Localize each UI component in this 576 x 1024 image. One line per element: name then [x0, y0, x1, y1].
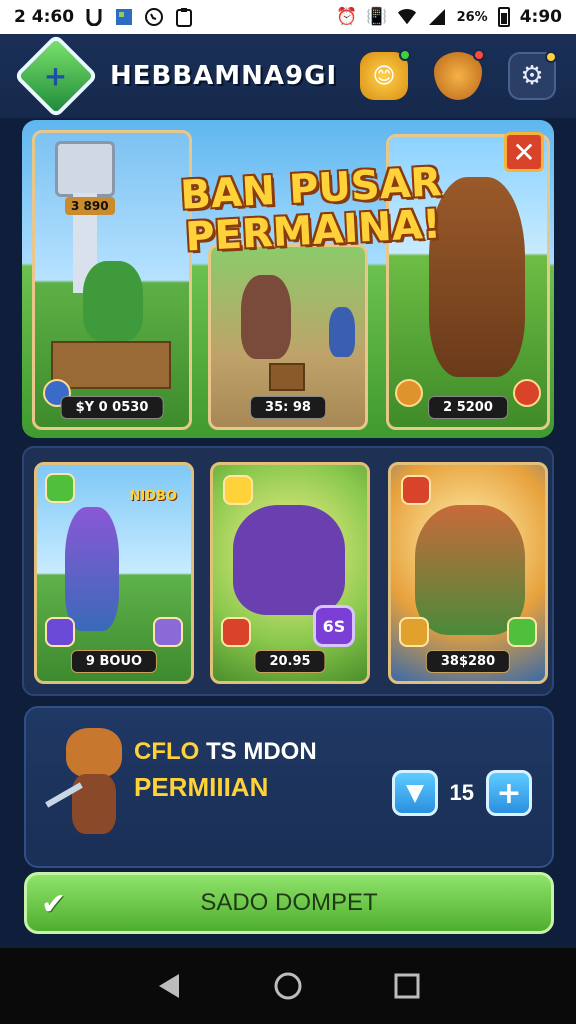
- battery-percent: 26%: [456, 9, 488, 25]
- card-value: 9 BOUO: [70, 650, 158, 673]
- card-value: 20.95: [254, 650, 326, 673]
- wifi-icon: [397, 7, 417, 27]
- alarm-icon: ⏰: [336, 7, 358, 27]
- gear-icon[interactable]: ⚙: [508, 51, 557, 100]
- card-value: 35: 98: [250, 396, 326, 419]
- notification-dot: [473, 49, 485, 61]
- card-tag: NIDBO: [129, 489, 177, 504]
- gem-icon: [401, 475, 431, 505]
- main-action-button[interactable]: ✔ SADO DOMPET: [24, 872, 554, 934]
- app-title: HEBBAMNA9GI: [110, 61, 338, 91]
- shield-icon: [405, 785, 424, 803]
- vibrate-icon: 📳: [366, 7, 388, 27]
- hex-badge: 6S: [313, 605, 355, 647]
- u-notification-icon: [84, 7, 104, 27]
- card-value: 38$280: [425, 650, 511, 673]
- orc-character-icon: [241, 275, 291, 359]
- notification-dot: [545, 51, 557, 63]
- status-time-right: 4:90: [519, 7, 562, 27]
- bonus-heading: CFLO TS MDON: [134, 738, 317, 766]
- gem-icon: [507, 617, 537, 647]
- clipboard-notification-icon: [174, 7, 194, 27]
- status-time: 2 4:60: [14, 7, 75, 27]
- bonus-panel: CFLO TS MDON PERMIIIAN 15 +: [24, 706, 554, 868]
- gem-icon: [221, 617, 251, 647]
- battery-icon: [497, 7, 510, 27]
- hero-character-icon: [44, 728, 140, 852]
- check-gem-icon: [45, 473, 75, 503]
- gold-badge-icon[interactable]: 😊: [360, 49, 411, 100]
- rider-character-icon: [415, 505, 525, 635]
- promo-banner[interactable]: 3 890 $Y 0 0530 35: 98 2 5200 BAN PUSAR …: [22, 120, 554, 438]
- gem-icon: [153, 617, 183, 647]
- small-character-icon: [329, 307, 355, 357]
- recents-icon[interactable]: [389, 968, 425, 1004]
- navigation-bar: [0, 948, 576, 1024]
- banner-title: BAN PUSAR PERMAINA!: [179, 159, 443, 261]
- game-card-purple-orc[interactable]: 6S 20.95: [210, 462, 370, 684]
- gem-icon: [223, 475, 253, 505]
- shield-select-button[interactable]: [391, 770, 438, 816]
- banner-card-tower[interactable]: 3 890 $Y 0 0530: [32, 130, 192, 430]
- back-icon[interactable]: [151, 968, 187, 1004]
- bonus-heading-rest: TS MDON: [199, 738, 317, 765]
- gem-icon: [395, 379, 423, 407]
- plus-button[interactable]: +: [486, 770, 532, 816]
- main-action-label: SADO DOMPET: [200, 889, 378, 916]
- gem-icon: [399, 617, 429, 647]
- bonus-subheading: PERMIIIAN: [134, 772, 269, 802]
- card-badge: 3 890: [65, 197, 115, 215]
- home-icon[interactable]: [270, 968, 306, 1004]
- banner-card-goblin[interactable]: 35: 98: [208, 244, 368, 430]
- whatsapp-notification-icon: [144, 7, 164, 27]
- gem-icon: [45, 617, 75, 647]
- heroine-character-icon: [65, 507, 119, 631]
- game-card-rider[interactable]: 38$280: [388, 462, 548, 684]
- purple-orc-character-icon: [233, 505, 345, 615]
- notification-dot: [399, 49, 411, 61]
- tower-icon: [55, 141, 115, 197]
- check-icon: ✔: [41, 888, 67, 921]
- app-header: + HEBBAMNA9GI 😊 ⚙: [0, 33, 576, 119]
- quantity-value: 15: [449, 780, 474, 805]
- card-value: 2 5200: [428, 396, 508, 419]
- shield-icon[interactable]: [434, 49, 485, 100]
- game-card-heroine[interactable]: NIDBO 9 BOUO: [34, 462, 194, 684]
- status-right: ⏰ 📳 26% 4:90: [336, 7, 562, 27]
- crate-icon: [51, 341, 171, 389]
- gallery-notification-icon: [114, 7, 134, 27]
- crate-icon: [269, 363, 305, 391]
- logo-diamond-icon[interactable]: +: [13, 33, 99, 119]
- gem-icon: [513, 379, 541, 407]
- close-icon[interactable]: ✕: [504, 132, 544, 172]
- bonus-heading-accent: CFLO: [134, 738, 200, 765]
- status-bar: 2 4:60 ⏰ 📳 26% 4:90: [0, 0, 576, 34]
- header-actions: 😊 ⚙: [360, 49, 557, 100]
- goblin-character-icon: [83, 261, 143, 341]
- status-left: 2 4:60: [14, 7, 194, 27]
- quantity-stepper: 15 +: [391, 770, 532, 816]
- signal-icon: [427, 7, 447, 27]
- card-value: $Y 0 0530: [60, 396, 164, 419]
- game-grid: NIDBO 9 BOUO 6S 20.95 38$280: [22, 446, 554, 696]
